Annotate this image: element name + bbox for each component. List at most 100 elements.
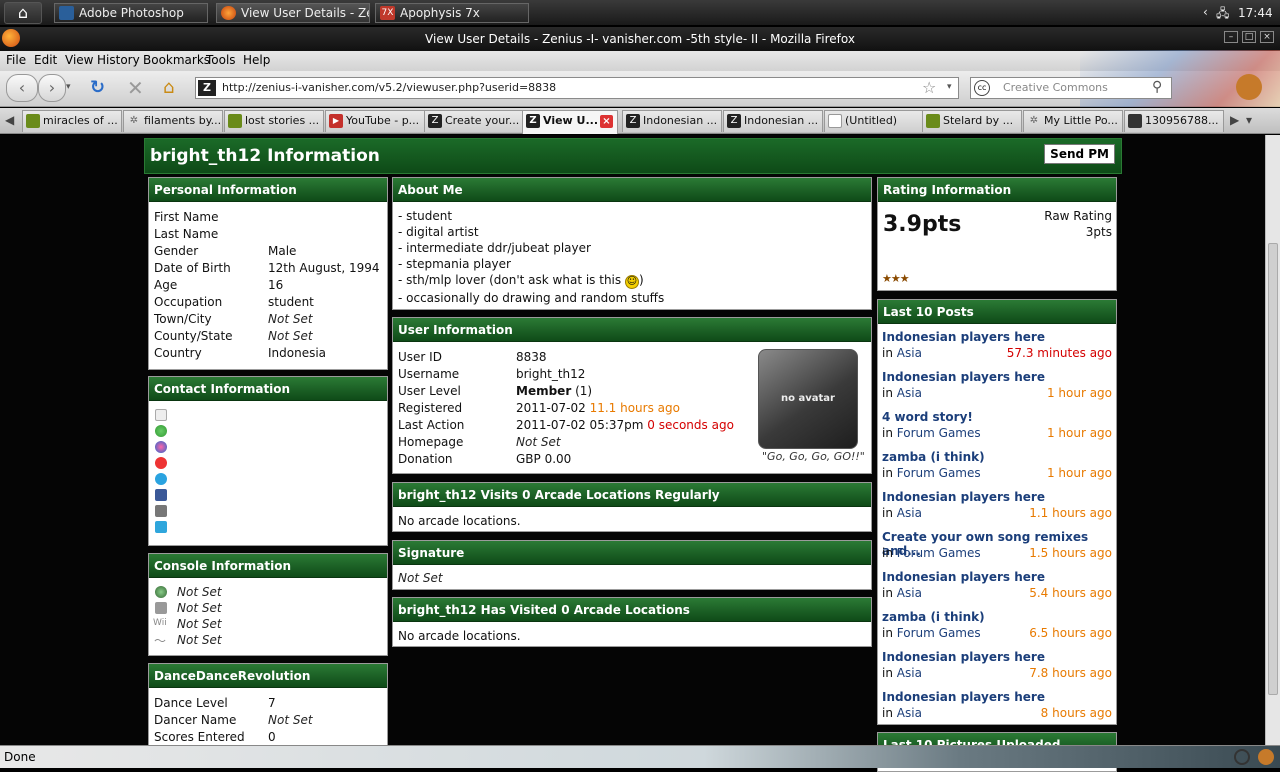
menu-tools[interactable]: Tools (206, 53, 236, 67)
post-title-link[interactable]: Indonesian players here (882, 490, 1045, 504)
country-value: Indonesia (268, 346, 327, 360)
tab-8[interactable]: Z Indonesian ... (723, 110, 823, 132)
tab-scroll-left-icon[interactable]: ◀ (5, 113, 14, 127)
tab-10[interactable]: Stelard by ... (922, 110, 1022, 132)
post-title-link[interactable]: Indonesian players here (882, 330, 1045, 344)
post-forum-link[interactable]: Asia (897, 706, 922, 720)
about-line: - digital artist (398, 225, 479, 239)
tab-scroll-right-icon[interactable]: ▶ (1230, 113, 1239, 127)
rating-score: 3.9pts (883, 212, 962, 237)
post-forum-link[interactable]: Forum Games (897, 466, 981, 480)
monkey-status-icon[interactable] (1258, 749, 1274, 765)
menu-help[interactable]: Help (243, 53, 270, 67)
panel-title: Contact Information (149, 377, 387, 401)
tab-close-icon[interactable]: × (600, 115, 613, 128)
url-input[interactable]: http://zenius-i-vanisher.com/v5.2/viewus… (195, 77, 959, 99)
menu-view[interactable]: View (65, 53, 93, 67)
playstation-value: Not Set (177, 601, 222, 615)
task-photoshop[interactable]: Adobe Photoshop (54, 3, 208, 23)
stop-icon[interactable]: ✕ (127, 76, 144, 100)
dance-level-value: 7 (268, 696, 276, 710)
post-title-link[interactable]: Indonesian players here (882, 370, 1045, 384)
history-dropdown-icon[interactable]: ▾ (66, 82, 71, 92)
skype-icon[interactable] (155, 473, 167, 485)
myspace-icon[interactable] (155, 505, 167, 517)
aim-icon[interactable] (155, 457, 167, 469)
creative-commons-icon[interactable]: cc (974, 80, 990, 96)
post-forum-link[interactable]: Asia (897, 586, 922, 600)
home-page-icon[interactable]: ⌂ (163, 77, 174, 98)
search-input[interactable]: Creative Commons (970, 77, 1172, 99)
tab-4[interactable]: ▶ YouTube - p... (325, 110, 425, 132)
post-forum-link[interactable]: Forum Games (897, 426, 981, 440)
post-forum-link[interactable]: Asia (897, 666, 922, 680)
forward-icon[interactable]: › (38, 74, 66, 102)
other-console-icon: 〜 (154, 634, 167, 648)
about-line: - intermediate ddr/jubeat player (398, 241, 591, 255)
facebook-icon[interactable] (155, 489, 167, 501)
raw-rating-value: 3pts (1085, 225, 1112, 239)
post-title-link[interactable]: 4 word story! (882, 410, 973, 424)
tab-1[interactable]: miracles of ... (22, 110, 122, 132)
tab-5[interactable]: Z Create your... (424, 110, 524, 132)
tab-11[interactable]: ✲ My Little Po... (1023, 110, 1123, 132)
close-icon[interactable]: × (1260, 31, 1274, 43)
user-info-panel: User Information User ID 8838 Username b… (392, 317, 872, 474)
monkey-addon-icon[interactable] (1236, 74, 1262, 100)
gender-label: Gender (154, 244, 199, 258)
xbox-icon (155, 586, 167, 598)
homepage-label: Homepage (398, 435, 464, 449)
post-title-link[interactable]: Indonesian players here (882, 690, 1045, 704)
minimize-icon[interactable]: – (1224, 31, 1238, 43)
icq-icon[interactable] (155, 425, 167, 437)
menu-history[interactable]: History (97, 53, 140, 67)
tab-12[interactable]: 130956788... (1124, 110, 1224, 132)
back-icon[interactable]: ‹ (6, 74, 38, 102)
status-addon-icon[interactable] (1234, 749, 1250, 765)
rating-stars: ★★★ (882, 272, 910, 285)
menu-bookmarks[interactable]: Bookmarks (143, 53, 210, 67)
email-icon[interactable] (155, 409, 167, 421)
home-icon[interactable]: ⌂ (4, 2, 42, 24)
tray-arrow-icon[interactable]: ‹ (1203, 5, 1208, 19)
post-forum-link[interactable]: Asia (897, 346, 922, 360)
url-dropdown-icon[interactable]: ▾ (947, 82, 952, 92)
user-level-label: User Level (398, 384, 461, 398)
maximize-icon[interactable]: □ (1242, 31, 1256, 43)
post-forum-link[interactable]: Asia (897, 386, 922, 400)
age-value: 16 (268, 278, 284, 292)
send-pm-button[interactable]: Send PM (1044, 144, 1115, 164)
post-time-ago: 7.8 hours ago (1029, 666, 1112, 680)
tab-6-active[interactable]: Z View U... × (522, 110, 618, 134)
twitter-icon[interactable] (155, 521, 167, 533)
task-apophysis[interactable]: 7X Apophysis 7x (375, 3, 529, 23)
scrollbar-thumb[interactable] (1268, 243, 1278, 695)
scores-entered-label: Scores Entered (154, 730, 245, 744)
tab-9[interactable]: (Untitled) (824, 110, 924, 132)
menu-edit[interactable]: Edit (34, 53, 57, 67)
post-title-link[interactable]: Indonesian players here (882, 650, 1045, 664)
tab-7[interactable]: Z Indonesian ... (622, 110, 722, 132)
post-title-link[interactable]: zamba (i think) (882, 610, 985, 624)
tab-list-icon[interactable]: ▾ (1246, 113, 1252, 127)
post-forum-link[interactable]: Asia (897, 506, 922, 520)
tab-3[interactable]: lost stories ... (224, 110, 324, 132)
tab-2[interactable]: ✲ filaments by... (123, 110, 223, 132)
post-time-ago: 1 hour ago (1046, 426, 1112, 440)
bookmark-star-icon[interactable]: ☆ (922, 78, 936, 97)
post-title-link[interactable]: Indonesian players here (882, 570, 1045, 584)
zenius-icon: Z (428, 114, 442, 128)
firefox-logo-icon[interactable] (2, 29, 20, 47)
task-firefox[interactable]: View User Details - Ze... (216, 3, 370, 23)
search-icon[interactable]: ⚲ (1152, 79, 1162, 95)
post-title-link[interactable]: zamba (i think) (882, 450, 985, 464)
post-forum-link[interactable]: Forum Games (897, 546, 981, 560)
menu-file[interactable]: File (6, 53, 26, 67)
vertical-scrollbar[interactable] (1265, 135, 1280, 745)
post-forum-link[interactable]: Forum Games (897, 626, 981, 640)
visited-body: No arcade locations. (398, 629, 521, 643)
scores-entered-value: 0 (268, 730, 276, 744)
reload-icon[interactable]: ↻ (90, 77, 105, 98)
network-icon[interactable]: 🖧 (1216, 4, 1229, 25)
msn-icon[interactable] (155, 441, 167, 453)
